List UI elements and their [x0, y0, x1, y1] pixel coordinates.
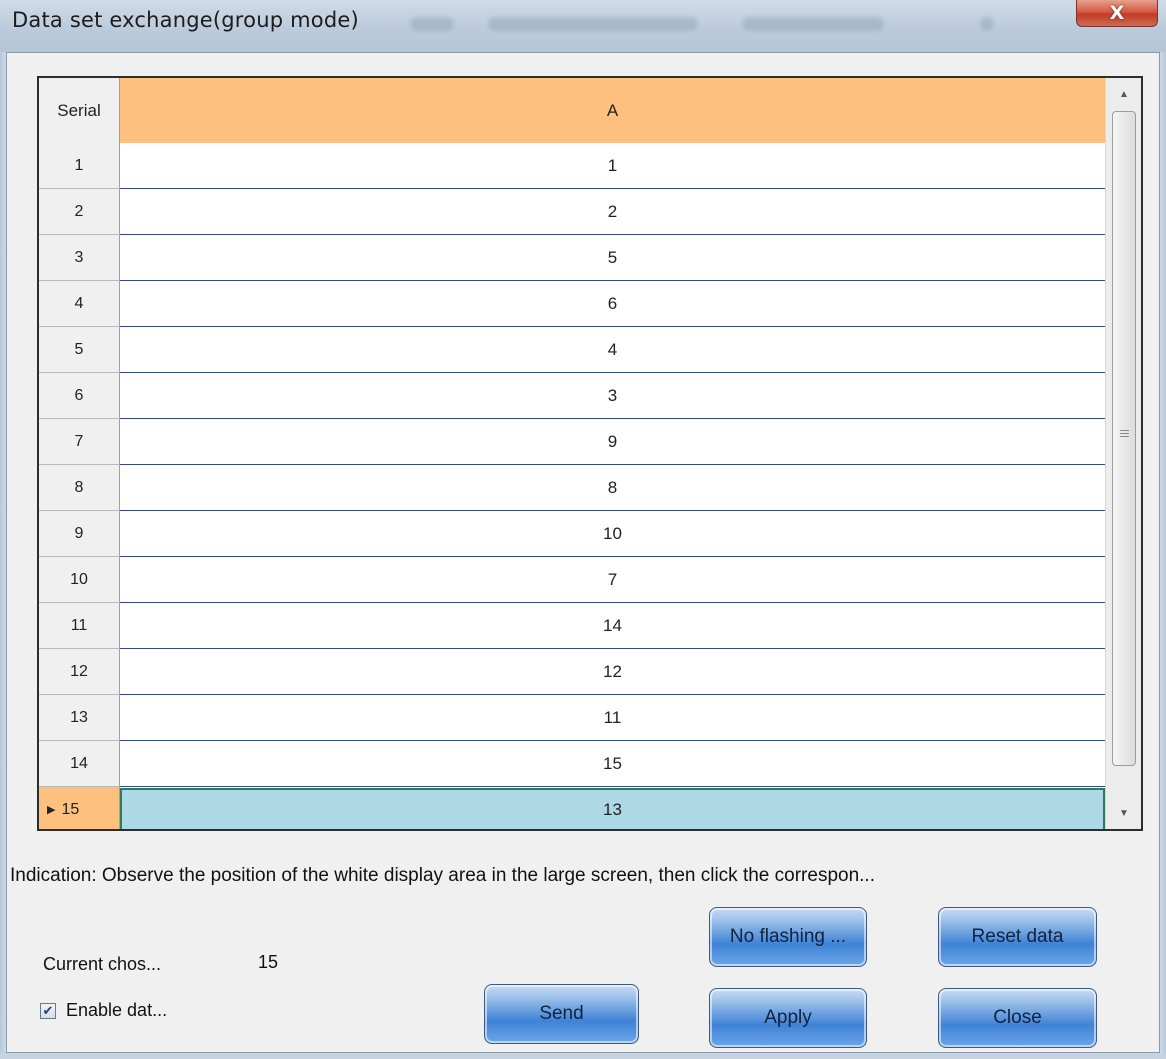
table-row[interactable]: 2 2: [39, 189, 1105, 235]
row-serial-cell: 9: [39, 511, 120, 557]
table-row[interactable]: 14 15: [39, 741, 1105, 787]
row-serial-cell: 14: [39, 741, 120, 787]
row-value-cell[interactable]: 6: [120, 281, 1105, 327]
table-row[interactable]: 9 10: [39, 511, 1105, 557]
reset-data-button[interactable]: Reset data: [938, 907, 1097, 967]
window-close-button[interactable]: X: [1076, 0, 1158, 27]
no-flashing-button[interactable]: No flashing ...: [709, 907, 867, 967]
row-value-cell[interactable]: 4: [120, 327, 1105, 373]
row-value-cell[interactable]: 1: [120, 143, 1105, 189]
close-button[interactable]: Close: [938, 988, 1097, 1048]
table-row[interactable]: 7 9: [39, 419, 1105, 465]
window-title: Data set exchange(group mode): [12, 8, 359, 32]
vertical-scrollbar[interactable]: ▲ ▼: [1105, 78, 1141, 829]
row-serial-cell: 8: [39, 465, 120, 511]
column-header-a[interactable]: A: [120, 78, 1105, 144]
table-row[interactable]: 8 8: [39, 465, 1105, 511]
table-row[interactable]: 10 7: [39, 557, 1105, 603]
row-value-cell[interactable]: 9: [120, 419, 1105, 465]
checkmark-icon: ✔: [42, 1003, 54, 1018]
data-grid: Serial A 1 1 2 2 3 5 4 6 5 4 6 3 7 9 8 8…: [37, 76, 1143, 831]
current-chosen-value: 15: [258, 952, 279, 972]
table-row[interactable]: 11 14: [39, 603, 1105, 649]
row-value-cell[interactable]: 7: [120, 557, 1105, 603]
row-value-cell[interactable]: 5: [120, 235, 1105, 281]
row-serial-cell: 1: [39, 143, 120, 189]
scroll-down-arrow-icon[interactable]: ▼: [1106, 797, 1141, 829]
table-row[interactable]: 1 1: [39, 143, 1105, 189]
indication-text: Indication: Observe the position of the …: [10, 865, 875, 886]
row-serial-cell: ▶ 15: [39, 787, 120, 829]
column-header-serial[interactable]: Serial: [39, 78, 120, 144]
row-serial-text: 15: [61, 800, 80, 818]
table-row[interactable]: 6 3: [39, 373, 1105, 419]
grip-icon: [1120, 430, 1129, 439]
row-value-cell[interactable]: 12: [120, 649, 1105, 695]
enable-data-checkbox[interactable]: ✔: [40, 1003, 56, 1019]
table-row[interactable]: 3 5: [39, 235, 1105, 281]
row-value-cell[interactable]: 3: [120, 373, 1105, 419]
current-chosen-label: Current chos...: [43, 954, 162, 974]
table-row[interactable]: 5 4: [39, 327, 1105, 373]
row-serial-cell: 13: [39, 695, 120, 741]
row-value-cell[interactable]: 11: [120, 695, 1105, 741]
row-serial-cell: 7: [39, 419, 120, 465]
row-value-cell[interactable]: 13: [120, 788, 1105, 829]
scroll-up-arrow-icon[interactable]: ▲: [1106, 78, 1141, 110]
row-serial-cell: 10: [39, 557, 120, 603]
enable-data-label[interactable]: Enable dat...: [66, 1000, 167, 1021]
row-value-cell[interactable]: 15: [120, 741, 1105, 787]
row-serial-cell: 11: [39, 603, 120, 649]
row-value-cell[interactable]: 14: [120, 603, 1105, 649]
row-serial-cell: 6: [39, 373, 120, 419]
send-button[interactable]: Send: [484, 984, 639, 1044]
scroll-thumb[interactable]: [1112, 111, 1136, 766]
table-row[interactable]: 13 11: [39, 695, 1105, 741]
row-serial-cell: 3: [39, 235, 120, 281]
title-bar: Data set exchange(group mode) X: [0, 0, 1166, 52]
table-row[interactable]: 4 6: [39, 281, 1105, 327]
row-serial-cell: 4: [39, 281, 120, 327]
current-row-arrow-icon: ▶: [47, 804, 56, 816]
row-value-cell[interactable]: 8: [120, 465, 1105, 511]
table-row-selected[interactable]: ▶ 15 13: [39, 787, 1105, 829]
window-frame-bottom: [0, 1053, 1166, 1059]
row-serial-cell: 5: [39, 327, 120, 373]
row-serial-cell: 12: [39, 649, 120, 695]
row-value-cell[interactable]: 10: [120, 511, 1105, 557]
apply-button[interactable]: Apply: [709, 988, 867, 1048]
table-row[interactable]: 12 12: [39, 649, 1105, 695]
row-value-cell[interactable]: 2: [120, 189, 1105, 235]
close-icon: X: [1109, 1, 1125, 24]
row-serial-cell: 2: [39, 189, 120, 235]
window-frame-right: [1160, 52, 1166, 1059]
